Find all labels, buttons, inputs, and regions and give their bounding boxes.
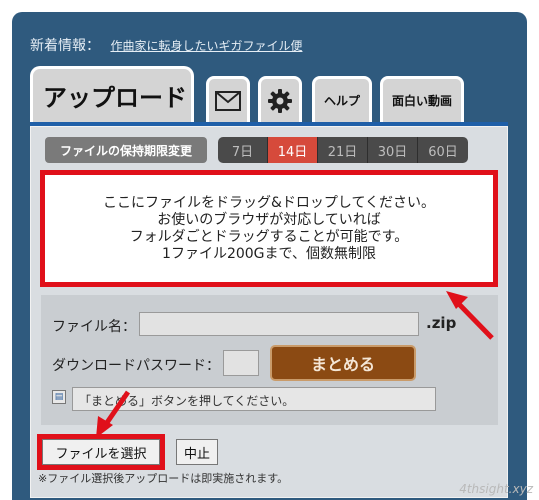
drop-zone[interactable]: ここにファイルをドラッグ&ドロップしてください。 お使いのブラウザが対応していれ… [40, 170, 498, 287]
tab-funny-video[interactable]: 面白い動画 [380, 76, 464, 122]
news-label: 新着情報： [30, 38, 100, 54]
retention-period-selector: 7日 14日 21日 30日 60日 [218, 137, 468, 163]
news-bar: 新着情報： 作曲家に転身したいギガファイル便 [30, 35, 302, 55]
drop-zone-line: お使いのブラウザが対応していれば [157, 211, 381, 228]
watermark: 4thsight.xyz [459, 482, 533, 496]
password-input[interactable] [223, 350, 259, 376]
period-14[interactable]: 14日 [268, 137, 318, 163]
period-60[interactable]: 60日 [418, 137, 468, 163]
period-7[interactable]: 7日 [218, 137, 268, 163]
gear-icon [268, 88, 292, 113]
filename-input[interactable] [139, 312, 419, 336]
period-21[interactable]: 21日 [318, 137, 368, 163]
drop-zone-line: 1ファイル200Gまで、個数無制限 [162, 245, 376, 262]
news-link[interactable]: 作曲家に転身したいギガファイル便 [110, 39, 302, 53]
drop-zone-line: ここにファイルをドラッグ&ドロップしてください。 [102, 194, 436, 211]
envelope-icon [215, 90, 241, 111]
upload-note: ※ファイル選択後アップロードは即実施されます。 [38, 472, 289, 485]
extension-label: .zip [426, 314, 457, 332]
password-label: ダウンロードパスワード： [52, 358, 220, 374]
tab-settings[interactable] [258, 76, 302, 122]
tab-help[interactable]: ヘルプ [312, 76, 372, 122]
status-message: 「まとめる」ボタンを押してください。 [72, 387, 436, 411]
retention-label: ファイルの保持期限変更 [45, 137, 207, 163]
tab-mail[interactable] [206, 76, 250, 122]
stop-button[interactable]: 中止 [176, 439, 218, 465]
tab-upload[interactable]: アップロード [30, 66, 194, 126]
select-file-button[interactable]: ファイルを選択 [42, 439, 160, 465]
merge-button[interactable]: まとめる [270, 345, 416, 381]
document-icon: ▤ [52, 390, 66, 404]
drop-zone-line: フォルダごとドラッグすることが可能です。 [129, 228, 409, 245]
period-30[interactable]: 30日 [368, 137, 418, 163]
filename-label: ファイル名： [52, 319, 136, 335]
